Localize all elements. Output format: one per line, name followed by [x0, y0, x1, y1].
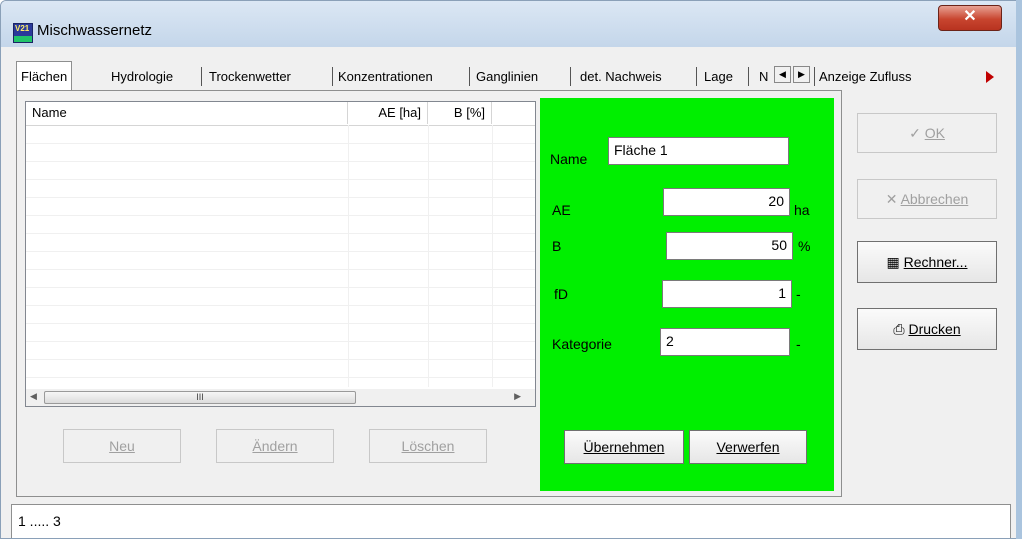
main-window: V21 Mischwassernetz ✕ Flächen Hydrologie… [0, 0, 1022, 539]
close-icon: ✕ [963, 8, 977, 25]
column-name[interactable]: Name [26, 102, 348, 124]
scroll-right-icon[interactable]: ▶ [514, 391, 521, 402]
calculator-icon: ▦ [886, 254, 904, 270]
tab-trockenwetter[interactable]: Trockenwetter [209, 63, 291, 90]
tab-strip: Flächen Hydrologie Trockenwetter Konzent… [16, 61, 1016, 91]
b-field[interactable]: 50 [666, 232, 793, 260]
title-bar[interactable]: V21 Mischwassernetz ✕ [1, 1, 1021, 47]
tab-flaechen[interactable]: Flächen [16, 61, 73, 91]
name-field[interactable]: Fläche 1 [608, 137, 789, 165]
b-label: B [552, 238, 562, 254]
tab-konzentrationen[interactable]: Konzentrationen [338, 63, 433, 90]
cancel-button[interactable]: ✕ Abbrechen [857, 179, 997, 219]
fd-field[interactable]: 1 [662, 280, 792, 308]
tab-scroll-right-icon[interactable]: ▶ [793, 66, 810, 83]
edit-panel: Name Fläche 1 AE 20 ha B 50 % fD 1 - Kat… [540, 98, 834, 491]
delete-button[interactable]: Löschen [369, 429, 487, 463]
ok-button[interactable]: ✓ OK [857, 113, 997, 153]
status-bar: 1 ..... 3 [11, 504, 1011, 538]
ae-label: AE [552, 202, 571, 218]
kategorie-field[interactable]: 2 [660, 328, 790, 356]
background-strip [1016, 0, 1022, 539]
check-icon: ✓ [909, 125, 925, 141]
column-b[interactable]: B [%] [428, 102, 492, 124]
apply-button[interactable]: Übernehmen [564, 430, 684, 464]
ae-unit: ha [794, 202, 810, 218]
app-icon-text: V21 [15, 24, 30, 33]
column-ae[interactable]: AE [ha] [348, 102, 428, 124]
column-fd[interactable]: fl [492, 102, 535, 124]
scroll-thumb[interactable]: III [44, 391, 356, 404]
tab-lage[interactable]: Lage [704, 63, 733, 90]
printer-icon: ⎙ [893, 321, 909, 337]
fd-label: fD [554, 286, 568, 302]
tab-ganglinien[interactable]: Ganglinien [476, 63, 538, 90]
red-arrow-icon[interactable] [986, 71, 994, 83]
tab-scroll-left-icon[interactable]: ◀ [774, 66, 791, 83]
edit-button[interactable]: Ändern [216, 429, 334, 463]
fd-unit: - [796, 286, 801, 302]
kategorie-unit: - [796, 336, 801, 352]
tab-det-nachweis[interactable]: det. Nachweis [580, 63, 662, 90]
tab-n[interactable]: N [759, 63, 768, 90]
name-label: Name [550, 151, 588, 167]
print-button[interactable]: ⎙ Drucken [857, 308, 997, 350]
window-title: Mischwassernetz [37, 22, 153, 39]
calculator-button[interactable]: ▦ Rechner... [857, 241, 997, 283]
scroll-left-icon[interactable]: ◀ [30, 391, 37, 402]
app-icon: V21 [13, 23, 33, 43]
tab-hydrologie[interactable]: Hydrologie [111, 63, 173, 90]
status-text: 1 ..... 3 [18, 513, 61, 529]
cross-icon: ✕ [885, 191, 901, 207]
discard-button[interactable]: Verwerfen [689, 430, 807, 464]
kategorie-label: Kategorie [552, 336, 612, 352]
new-button[interactable]: Neu [63, 429, 181, 463]
close-button[interactable]: ✕ [938, 5, 1002, 31]
b-unit: % [798, 238, 811, 254]
tab-anzeige-zufluss[interactable]: Anzeige Zufluss [819, 63, 912, 90]
ae-field[interactable]: 20 [663, 188, 790, 216]
list-header: Name AE [ha] B [%] fl [26, 102, 535, 126]
flaechen-list[interactable]: Name AE [ha] B [%] fl ◀ III ▶ [25, 101, 536, 407]
horizontal-scrollbar[interactable]: ◀ III ▶ [26, 389, 535, 406]
